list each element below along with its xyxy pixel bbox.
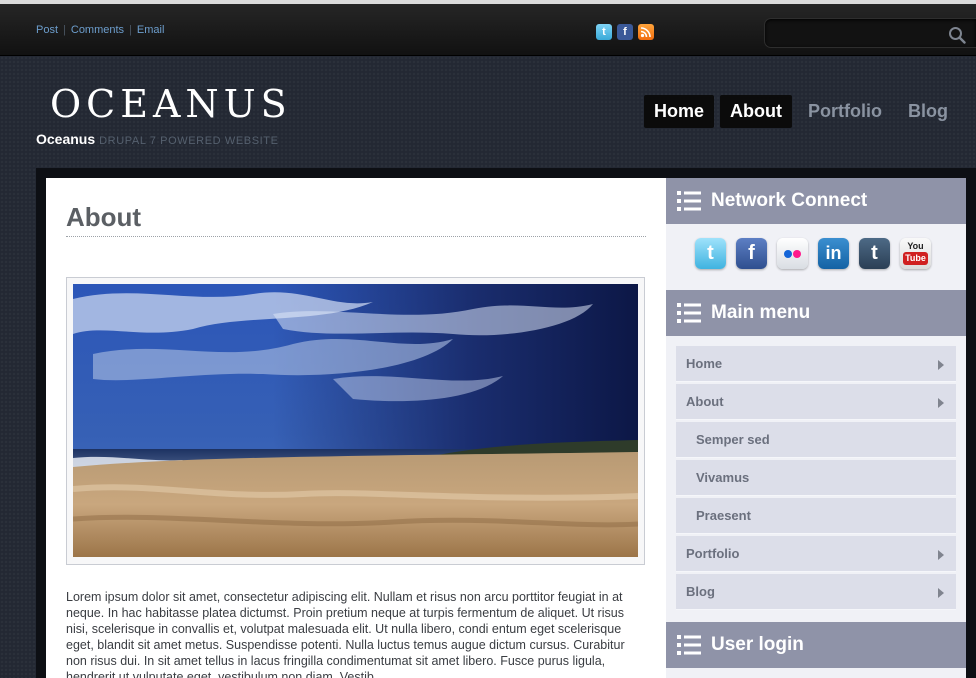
search-box [764,18,976,48]
flickr-icon[interactable] [777,238,808,269]
separator: | [63,24,66,36]
menu-item-praesent[interactable]: Praesent [676,498,956,534]
page-title: About [66,202,142,232]
block-title: User login [711,634,804,655]
menu-item-vivamus[interactable]: Vivamus [676,460,956,496]
main-menu-header: Main menu [666,290,966,336]
main-navigation: Home About Portfolio Blog [644,95,964,128]
site-name-line: Oceanus DRUPAL 7 POWERED WEBSITE [36,131,279,147]
user-login-header: User login [666,622,966,668]
block-title: Main menu [711,302,811,323]
menu-item-portfolio[interactable]: Portfolio [676,536,956,572]
list-icon [677,635,701,655]
sidebar: Network Connect t f in t You Tube Main me… [666,178,966,678]
menu-item-label: Portfolio [686,546,740,561]
menu-item-label: Vivamus [696,470,750,485]
facebook-icon[interactable]: f [736,238,767,269]
menu-item-home[interactable]: Home [676,346,956,382]
menu-item-label: Praesent [696,508,751,523]
main-content: About Lorem ipsum dolor sit amet, consec… [46,178,666,678]
title-divider [66,236,646,237]
beach-photo [73,284,638,557]
nav-item-portfolio[interactable]: Portfolio [798,95,892,128]
search-icon[interactable] [948,26,966,44]
site-slogan: DRUPAL 7 POWERED WEBSITE [99,135,279,147]
menu-item-label: Blog [686,584,715,599]
menu-item-about[interactable]: About [676,384,956,420]
page-body-text: Lorem ipsum dolor sit amet, consectetur … [66,590,625,678]
chevron-right-icon [938,588,944,598]
email-link[interactable]: Email [137,24,165,36]
list-icon [677,191,701,211]
twitter-icon[interactable]: t [695,238,726,269]
top-bar: Post | Comments | Email t f [0,4,976,56]
post-link[interactable]: Post [36,24,58,36]
network-icons: t f in t You Tube [695,238,931,269]
twitter-icon[interactable]: t [596,24,612,40]
comments-link[interactable]: Comments [71,24,124,36]
nav-item-home[interactable]: Home [644,95,715,128]
menu-item-label: About [686,394,724,409]
chevron-right-icon [938,550,944,560]
list-icon [677,303,701,323]
menu-item-label: Semper sed [696,432,770,447]
block-title: Network Connect [711,190,868,211]
separator: | [129,24,132,36]
image-frame [66,277,645,565]
nav-item-blog[interactable]: Blog [898,95,958,128]
tumblr-icon[interactable]: t [859,238,890,269]
top-social-icons: t f [596,24,654,40]
linkedin-icon[interactable]: in [818,238,849,269]
facebook-icon[interactable]: f [617,24,633,40]
rss-icon[interactable] [638,24,654,40]
top-links: Post | Comments | Email [36,24,164,36]
menu-item-semper-sed[interactable]: Semper sed [676,422,956,458]
menu-item-blog[interactable]: Blog [676,574,956,610]
main-menu: Home About Semper sed Vivamus Praesent P… [676,346,956,612]
nav-item-about[interactable]: About [720,95,792,128]
site-name[interactable]: Oceanus [36,131,95,147]
search-input[interactable] [773,24,943,42]
chevron-right-icon [938,398,944,408]
youtube-icon[interactable]: You Tube [900,238,931,269]
chevron-right-icon [938,360,944,370]
site-logo[interactable]: OCEANUS [50,82,292,126]
network-connect-header: Network Connect [666,178,966,224]
menu-item-label: Home [686,356,723,371]
